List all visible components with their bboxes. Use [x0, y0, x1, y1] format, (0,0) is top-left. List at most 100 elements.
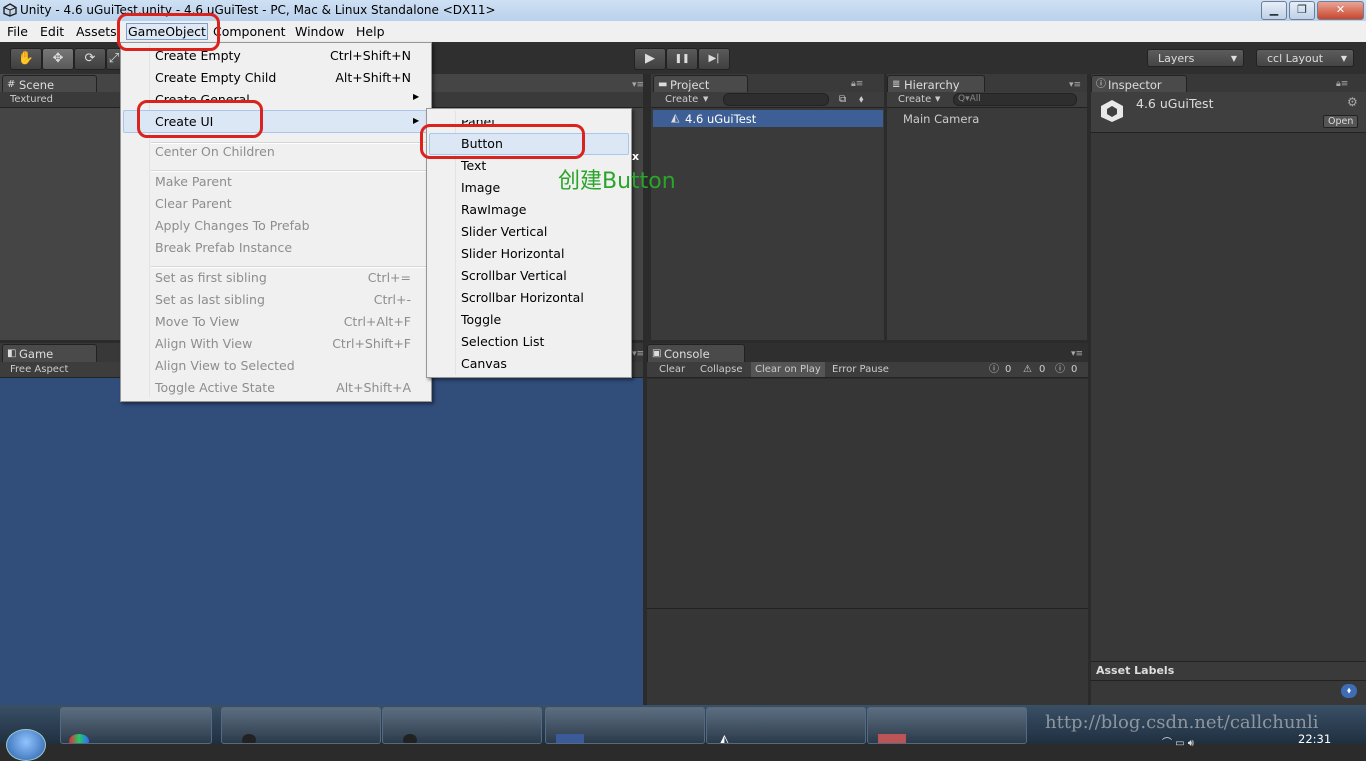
menu-shortcut: Ctrl+Alt+F: [343, 314, 411, 329]
console-log-area[interactable]: [647, 379, 1088, 609]
create-ui-item[interactable]: Selection List: [461, 334, 544, 349]
hierarchy-toolbar: Create ▼ Q▾All: [887, 92, 1087, 108]
menu-shortcut: Ctrl+-: [373, 292, 411, 307]
tab-inspector-label: Inspector: [1108, 78, 1162, 92]
maximize-icon[interactable]: ❐: [1289, 1, 1315, 20]
info-icon[interactable]: ⓘ: [989, 362, 999, 377]
asset-labels-bar: Asset Labels: [1091, 661, 1366, 681]
tab-game[interactable]: ◧ Game: [2, 344, 97, 362]
panel-menu-icon[interactable]: ▾≡: [632, 80, 644, 90]
console-collapse-button[interactable]: Collapse: [700, 362, 743, 377]
highlight-ring-create-ui: [137, 100, 263, 138]
layout-dropdown[interactable]: ccl Layout ▼: [1256, 49, 1354, 67]
gameobject-menu-item: Apply Changes To Prefab: [155, 218, 310, 233]
panel-menu-icon[interactable]: ▾≡: [1071, 349, 1083, 359]
minimize-icon[interactable]: ▁: [1261, 1, 1287, 20]
create-ui-item[interactable]: Slider Vertical: [461, 224, 547, 239]
chevron-down-icon: ▼: [703, 95, 709, 103]
menu-component[interactable]: Component: [213, 24, 286, 39]
tray-icons[interactable]: ⌒ ▭ 🔊︎: [1162, 734, 1194, 749]
tab-scene[interactable]: # Scene: [2, 75, 97, 93]
console-clear-on-play-button[interactable]: Clear on Play: [751, 362, 825, 377]
create-ui-item[interactable]: Scrollbar Horizontal: [461, 290, 584, 305]
pause-button[interactable]: ❚❚: [666, 48, 698, 70]
filter-type-icon[interactable]: ⧉: [839, 92, 846, 107]
aspect-dropdown[interactable]: Free Aspect: [10, 362, 68, 377]
create-ui-item[interactable]: Toggle: [461, 312, 501, 327]
console-detail-area[interactable]: [647, 609, 1088, 705]
taskbar-item[interactable]: [867, 707, 1027, 744]
create-ui-item[interactable]: Image: [461, 180, 500, 195]
console-toolbar: Clear Collapse Clear on Play Error Pause…: [647, 362, 1088, 378]
hierarchy-item-main-camera[interactable]: Main Camera: [903, 112, 979, 126]
create-ui-item[interactable]: Slider Horizontal: [461, 246, 564, 261]
project-create-dropdown[interactable]: Create: [665, 92, 698, 107]
menu-edit[interactable]: Edit: [40, 24, 64, 39]
menu-shortcut: Ctrl+Shift+F: [332, 336, 411, 351]
unity-scene-icon: ◭: [671, 111, 680, 124]
lock-icon[interactable]: 🔒︎≡: [851, 79, 863, 89]
app-icon: [403, 734, 417, 743]
tab-inspector[interactable]: ⓘ Inspector: [1091, 75, 1187, 93]
create-ui-item[interactable]: Canvas: [461, 356, 507, 371]
gameobject-menu-item: Break Prefab Instance: [155, 240, 293, 255]
hierarchy-create-dropdown[interactable]: Create: [898, 92, 931, 107]
play-button[interactable]: ▶: [634, 48, 666, 70]
gameobject-menu: Create Empty Ctrl+Shift+N Create Empty Chi…: [120, 42, 432, 402]
open-button[interactable]: Open: [1323, 115, 1359, 128]
tab-project-label: Project: [670, 78, 710, 92]
warning-count: 0: [1039, 364, 1046, 375]
project-row-selected[interactable]: ◭ 4.6 uGuiTest: [653, 110, 883, 127]
gear-icon[interactable]: ⚙: [1347, 95, 1358, 109]
panel-menu-icon[interactable]: ▾≡: [1069, 80, 1081, 90]
taskbar-item[interactable]: [60, 707, 212, 744]
gameobject-menu-item[interactable]: Create Empty Child: [155, 70, 276, 85]
start-button[interactable]: [6, 729, 46, 761]
menu-shortcut: Ctrl+Shift+N: [330, 48, 411, 63]
menu-assets[interactable]: Assets: [76, 24, 117, 39]
layers-dropdown[interactable]: Layers ▼: [1147, 49, 1244, 67]
tab-console[interactable]: ▣ Console: [647, 344, 745, 362]
console-error-pause-button[interactable]: Error Pause: [832, 362, 889, 377]
menu-window[interactable]: Window: [295, 24, 344, 39]
warning-icon[interactable]: ⚠: [1023, 362, 1032, 377]
console-clear-button[interactable]: Clear: [659, 362, 685, 377]
create-ui-item[interactable]: Scrollbar Vertical: [461, 268, 567, 283]
tab-project[interactable]: ▬ Project: [653, 75, 748, 93]
project-search-input[interactable]: [723, 93, 829, 106]
taskbar-item[interactable]: ◭: [706, 707, 866, 744]
window-title: Unity - 4.6 uGuiTest.unity - 4.6 uGuiTes…: [20, 3, 496, 17]
highlight-ring-button: [420, 124, 585, 159]
hierarchy-search-input[interactable]: Q▾All: [953, 93, 1077, 106]
chevron-down-icon: ▼: [935, 95, 941, 103]
project-toolbar: Create ▼ ⧉ ⬧: [651, 92, 884, 108]
taskbar-item[interactable]: [221, 707, 381, 744]
taskbar-item[interactable]: [382, 707, 542, 744]
tab-hierarchy[interactable]: ≣ Hierarchy: [887, 75, 985, 93]
menu-shortcut: Alt+Shift+A: [336, 380, 411, 395]
create-ui-item[interactable]: RawImage: [461, 202, 526, 217]
unity-logo-icon: [3, 3, 17, 17]
filter-label-icon[interactable]: ⬧: [859, 92, 864, 107]
hand-tool-icon[interactable]: ✋: [10, 48, 42, 70]
step-button[interactable]: ▶|: [698, 48, 730, 70]
rotate-tool-icon[interactable]: ⟳: [74, 48, 106, 70]
create-ui-item[interactable]: Text: [461, 158, 486, 173]
error-count: 0: [1071, 364, 1078, 375]
panel-menu-icon[interactable]: ▾≡: [632, 349, 644, 359]
watermark: http://blog.csdn.net/callchunli: [1045, 712, 1319, 733]
taskbar-item[interactable]: [545, 707, 705, 744]
menu-file[interactable]: File: [7, 24, 28, 39]
close-icon[interactable]: ✕: [1317, 1, 1364, 20]
error-icon[interactable]: ⓘ: [1055, 362, 1065, 377]
tag-icon[interactable]: ⬧: [1341, 684, 1357, 698]
unity-scene-icon: [1101, 100, 1123, 122]
gameobject-menu-item: Set as last sibling: [155, 292, 265, 307]
submenu-arrow-icon: ▶: [413, 92, 420, 101]
move-tool-icon[interactable]: ✥: [42, 48, 74, 70]
game-view[interactable]: [0, 378, 643, 705]
submenu-arrow-icon: ▶: [413, 116, 420, 125]
lock-icon[interactable]: 🔒︎≡: [1336, 79, 1348, 89]
render-mode-dropdown[interactable]: Textured: [10, 92, 53, 107]
menu-help[interactable]: Help: [356, 24, 385, 39]
